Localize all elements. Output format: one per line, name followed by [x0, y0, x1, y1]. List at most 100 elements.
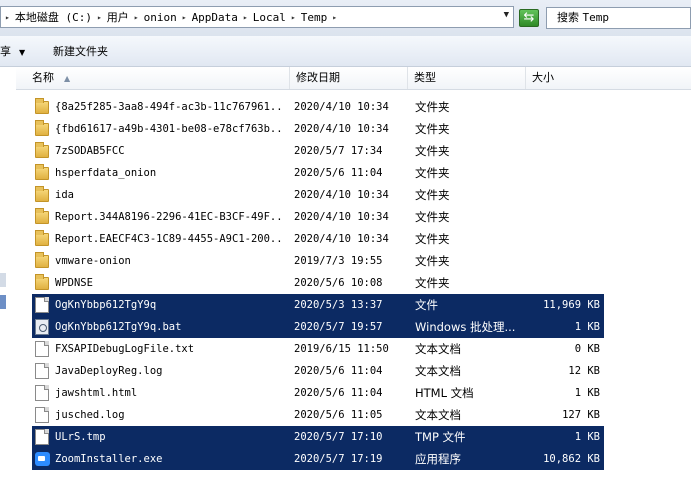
file-date: 2020/4/10 10:34 — [294, 233, 389, 245]
breadcrumb-local-disk[interactable]: 本地磁盘 (C:) — [14, 9, 93, 25]
refresh-button[interactable]: ⇆ — [519, 9, 539, 27]
file-name: WPDNSE — [55, 277, 93, 289]
file-name: hsperfdata_onion — [55, 167, 157, 179]
file-type: 文件夹 — [415, 100, 450, 114]
file-date: 2020/5/6 11:04 — [294, 167, 383, 179]
folder-icon — [35, 208, 49, 224]
file-size: 1 KB — [574, 431, 600, 443]
zoom-app-icon — [35, 452, 50, 466]
file-type: 文本文档 — [415, 364, 461, 378]
column-header-name[interactable]: 名称 ▲ — [16, 67, 290, 89]
column-name-label: 名称 — [32, 71, 54, 84]
file-row[interactable]: JavaDeployReg.log 2020/5/6 11:04 文本文档 12 KB — [32, 360, 604, 382]
file-type: 文件夹 — [415, 210, 450, 224]
file-name: vmware-onion — [55, 255, 131, 267]
file-name: ZoomInstaller.exe — [55, 453, 163, 465]
file-date: 2020/4/10 10:34 — [294, 211, 389, 223]
chevron-right-icon[interactable]: ▸ — [93, 13, 106, 22]
breadcrumb-appdata[interactable]: AppData — [191, 11, 239, 24]
file-size: 11,969 KB — [543, 299, 600, 311]
file-size — [527, 228, 600, 250]
file-row[interactable]: {fbd61617-a49b-4301-be08-e78cf763b... 202… — [32, 118, 604, 140]
file-row[interactable]: OgKnYbbp612TgY9q.bat 2020/5/7 19:57 Window… — [32, 316, 604, 338]
file-date: 2020/4/10 10:34 — [294, 189, 389, 201]
chevron-right-icon[interactable]: ▸ — [328, 13, 341, 22]
new-folder-button[interactable]: 新建文件夹 — [53, 43, 108, 59]
file-date: 2019/7/3 19:55 — [294, 255, 383, 267]
file-row[interactable]: FXSAPIDebugLogFile.txt 2019/6/15 11:50 文本文… — [32, 338, 604, 360]
file-size: 1 KB — [574, 321, 600, 333]
file-row[interactable]: Report.EAECF4C3-1C89-4455-A9C1-200... 202… — [32, 228, 604, 250]
navigation-pane[interactable] — [0, 67, 16, 501]
chevron-right-icon[interactable]: ▸ — [1, 13, 14, 22]
file-name: ida — [55, 189, 74, 201]
file-size — [527, 206, 600, 228]
breadcrumb-users[interactable]: 用户 — [106, 9, 130, 25]
breadcrumb-onion[interactable]: onion — [143, 11, 178, 24]
file-row[interactable]: jusched.log 2020/5/6 11:05 文本文档 127 KB — [32, 404, 604, 426]
breadcrumb-local[interactable]: Local — [252, 11, 287, 24]
refresh-icon: ⇆ — [523, 10, 535, 25]
share-button[interactable]: 共享 ▼ — [0, 43, 25, 59]
file-list: {8a25f285-3aa8-494f-ac3b-11c767961... 202… — [32, 96, 604, 470]
file-type: 文件夹 — [415, 188, 450, 202]
file-date: 2020/5/6 11:04 — [294, 365, 383, 377]
file-row[interactable]: ida 2020/4/10 10:34 文件夹 — [32, 184, 604, 206]
folder-icon — [35, 164, 49, 180]
file-date: 2020/5/6 11:05 — [294, 409, 383, 421]
file-size: 12 KB — [568, 365, 600, 377]
file-icon — [35, 297, 49, 313]
file-row[interactable]: ULrS.tmp 2020/5/7 17:10 TMP 文件 1 KB — [32, 426, 604, 448]
file-type: 文件 — [415, 298, 438, 312]
search-input[interactable]: 搜索 Temp — [546, 7, 691, 29]
file-row[interactable]: jawshtml.html 2020/5/6 11:04 HTML 文档 1 KB — [32, 382, 604, 404]
chevron-right-icon[interactable]: ▸ — [239, 13, 252, 22]
file-date: 2020/5/7 17:34 — [294, 145, 383, 157]
file-type: 文本文档 — [415, 342, 461, 356]
file-size: 127 KB — [562, 409, 600, 421]
file-type: 应用程序 — [415, 452, 461, 466]
file-name: Report.EAECF4C3-1C89-4455-A9C1-200... — [55, 233, 285, 245]
breadcrumb-temp[interactable]: Temp — [300, 11, 329, 24]
address-bar[interactable]: ▸ 本地磁盘 (C:) ▸ 用户 ▸ onion ▸ AppData ▸ Loc… — [0, 6, 514, 28]
file-type: Windows 批处理... — [415, 320, 516, 334]
chevron-right-icon[interactable]: ▸ — [287, 13, 300, 22]
file-type: 文件夹 — [415, 232, 450, 246]
address-history-dropdown-icon[interactable]: ▼ — [504, 10, 509, 20]
chevron-right-icon[interactable]: ▸ — [178, 13, 191, 22]
file-row[interactable]: ZoomInstaller.exe 2020/5/7 17:19 应用程序 10,86… — [32, 448, 604, 470]
folder-icon — [35, 186, 49, 202]
file-name: {8a25f285-3aa8-494f-ac3b-11c767961... — [55, 101, 285, 113]
batch-file-icon — [35, 319, 49, 335]
file-row[interactable]: OgKnYbbp612TgY9q 2020/5/3 13:37 文件 11,969 K… — [32, 294, 604, 316]
file-size — [527, 162, 600, 184]
file-icon — [35, 429, 49, 445]
text-file-icon — [35, 407, 49, 423]
file-row[interactable]: Report.344A8196-2296-41EC-B3CF-49F... 202… — [32, 206, 604, 228]
file-row[interactable]: WPDNSE 2020/5/6 10:08 文件夹 — [32, 272, 604, 294]
file-name: OgKnYbbp612TgY9q — [55, 299, 157, 311]
chevron-right-icon[interactable]: ▸ — [130, 13, 143, 22]
file-date: 2020/5/6 11:04 — [294, 387, 383, 399]
column-header-date[interactable]: 修改日期 — [290, 67, 408, 89]
folder-icon — [35, 98, 49, 114]
file-name: ULrS.tmp — [55, 431, 106, 443]
file-name: FXSAPIDebugLogFile.txt — [55, 343, 195, 355]
file-name: jawshtml.html — [55, 387, 138, 399]
file-size — [527, 96, 600, 118]
file-size: 10,862 KB — [543, 453, 600, 465]
file-row[interactable]: hsperfdata_onion 2020/5/6 11:04 文件夹 — [32, 162, 604, 184]
file-size — [527, 140, 600, 162]
file-row[interactable]: {8a25f285-3aa8-494f-ac3b-11c767961... 202… — [32, 96, 604, 118]
column-header-type[interactable]: 类型 — [408, 67, 526, 89]
file-row[interactable]: vmware-onion 2019/7/3 19:55 文件夹 — [32, 250, 604, 272]
column-header-size[interactable]: 大小 — [526, 67, 691, 89]
nav-pane-item[interactable] — [0, 295, 6, 309]
file-date: 2020/5/3 13:37 — [294, 299, 383, 311]
file-date: 2019/6/15 11:50 — [294, 343, 389, 355]
nav-pane-item[interactable] — [0, 273, 6, 287]
html-file-icon — [35, 385, 49, 401]
folder-icon — [35, 274, 49, 290]
file-row[interactable]: 7zSODAB5FCC 2020/5/7 17:34 文件夹 — [32, 140, 604, 162]
file-date: 2020/4/10 10:34 — [294, 101, 389, 113]
